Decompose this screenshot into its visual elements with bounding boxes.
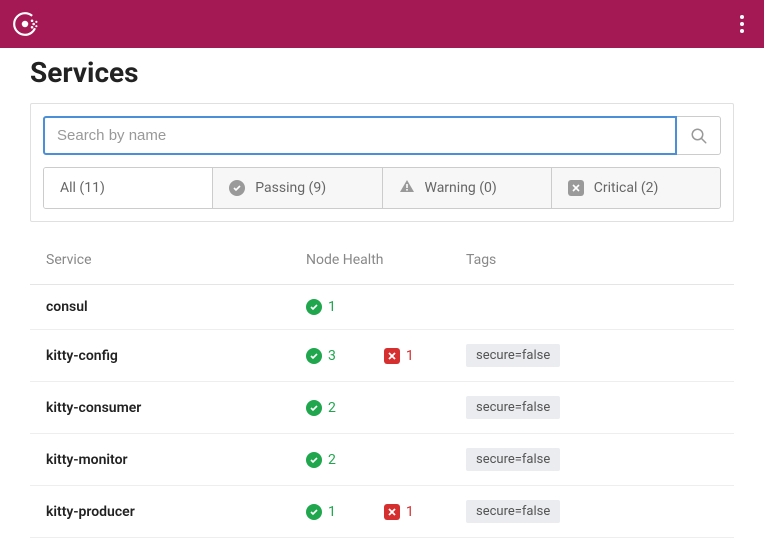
table-row[interactable]: kitty-config 3 1 secure=false: [30, 330, 734, 382]
col-tags: Tags: [466, 252, 718, 268]
filter-tab-warning[interactable]: Warning (0): [383, 168, 552, 208]
health-passing: 3: [306, 348, 336, 364]
page-title: Services: [30, 56, 734, 89]
tag-badge: secure=false: [466, 448, 560, 471]
health-cell: 1: [306, 299, 466, 315]
x-square-icon: [384, 504, 400, 520]
critical-count: 1: [406, 504, 414, 520]
search-input[interactable]: [43, 116, 677, 155]
passing-count: 1: [328, 299, 336, 315]
passing-count: 1: [328, 504, 336, 520]
menu-dots-icon[interactable]: [732, 7, 752, 41]
service-name: consul: [46, 299, 306, 315]
health-critical: 1: [384, 348, 414, 364]
service-name: kitty-consumer: [46, 400, 306, 416]
table-row[interactable]: kitty-monitor 2 secure=false: [30, 434, 734, 486]
services-table: Service Node Health Tags consul 1 kitt: [30, 252, 734, 538]
filter-label: Critical (2): [594, 180, 659, 196]
health-cell: 2: [306, 452, 466, 468]
health-cell: 3 1: [306, 348, 466, 364]
passing-count: 2: [328, 452, 336, 468]
table-row[interactable]: kitty-consumer 2 secure=false: [30, 382, 734, 434]
filter-tab-passing[interactable]: Passing (9): [213, 168, 382, 208]
check-circle-icon: [229, 180, 245, 196]
check-circle-icon: [306, 452, 322, 468]
filter-tab-critical[interactable]: Critical (2): [552, 168, 720, 208]
check-circle-icon: [306, 299, 322, 315]
health-passing: 1: [306, 299, 336, 315]
search-button[interactable]: [677, 116, 721, 155]
search-icon: [690, 127, 708, 145]
filter-tabs: All (11) Passing (9) Warning (0) Critica…: [43, 167, 721, 209]
app-header: [0, 0, 764, 48]
x-square-icon: [568, 180, 584, 196]
passing-count: 3: [328, 348, 336, 364]
table-header: Service Node Health Tags: [30, 252, 734, 285]
health-passing: 2: [306, 400, 336, 416]
critical-count: 1: [406, 348, 414, 364]
consul-logo-icon: [12, 11, 38, 37]
table-row[interactable]: consul 1: [30, 285, 734, 330]
health-critical: 1: [384, 504, 414, 520]
tag-badge: secure=false: [466, 344, 560, 367]
tag-badge: secure=false: [466, 396, 560, 419]
health-passing: 2: [306, 452, 336, 468]
service-name: kitty-config: [46, 348, 306, 364]
health-cell: 2: [306, 400, 466, 416]
tags-cell: secure=false: [466, 500, 718, 523]
check-circle-icon: [306, 400, 322, 416]
filter-tab-all[interactable]: All (11): [44, 168, 213, 208]
check-circle-icon: [306, 504, 322, 520]
passing-count: 2: [328, 400, 336, 416]
col-health: Node Health: [306, 252, 466, 268]
tags-cell: secure=false: [466, 448, 718, 471]
service-name: kitty-monitor: [46, 452, 306, 468]
tags-cell: secure=false: [466, 344, 718, 367]
table-row[interactable]: kitty-producer 1 1 secure=false: [30, 486, 734, 538]
filter-panel: All (11) Passing (9) Warning (0) Critica…: [30, 103, 734, 222]
filter-label: Passing (9): [255, 180, 326, 196]
health-cell: 1 1: [306, 504, 466, 520]
warning-triangle-icon: [399, 178, 415, 198]
x-square-icon: [384, 348, 400, 364]
tags-cell: secure=false: [466, 396, 718, 419]
filter-label: All (11): [60, 180, 105, 196]
check-circle-icon: [306, 348, 322, 364]
health-passing: 1: [306, 504, 336, 520]
filter-label: Warning (0): [425, 180, 497, 196]
service-name: kitty-producer: [46, 504, 306, 520]
tag-badge: secure=false: [466, 500, 560, 523]
col-service: Service: [46, 252, 306, 268]
